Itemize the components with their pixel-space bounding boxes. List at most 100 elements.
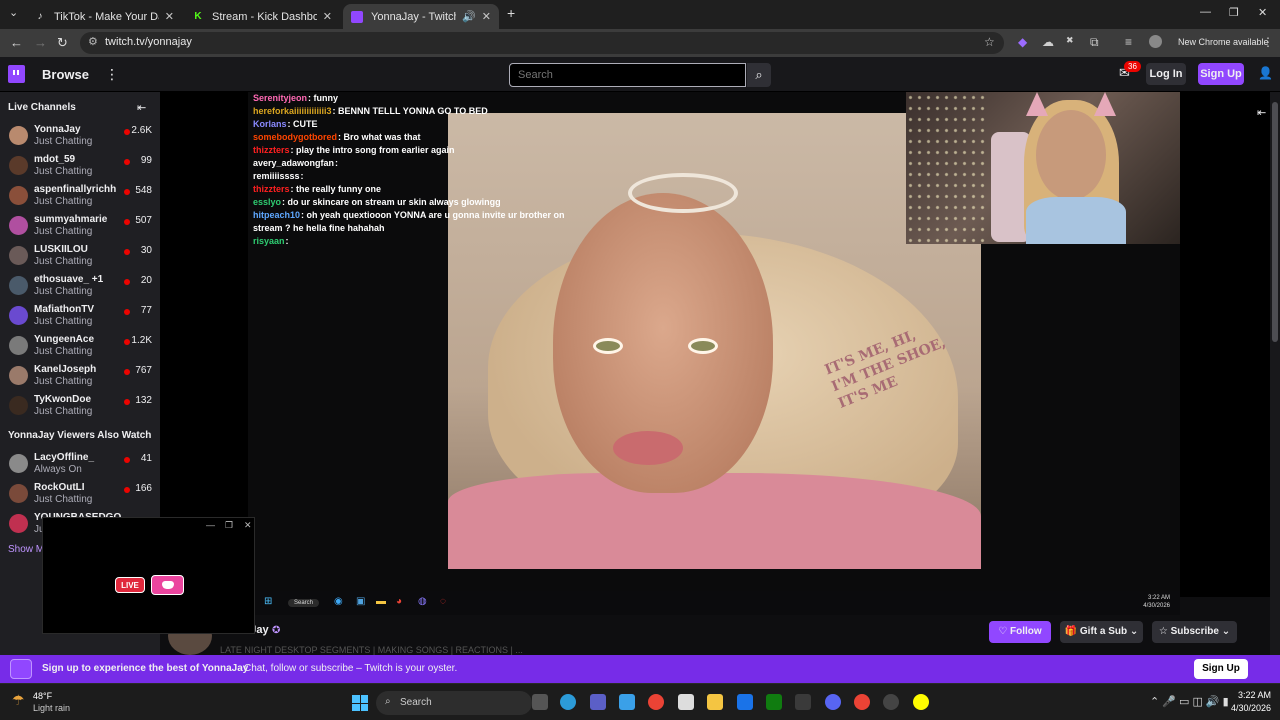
maximize-button[interactable]: ❐ [1229,6,1239,19]
show-more-link[interactable]: Show M [8,544,44,555]
sidebar-channel[interactable]: YungeenAce Just Chatting 1.2K [0,332,160,362]
obs-icon[interactable] [883,694,899,710]
more-menu-icon[interactable]: ⋮ [105,66,119,83]
subscribe-button[interactable]: ☆ Subscribe ⌄ [1152,621,1237,643]
close-window-button[interactable]: ✕ [1258,6,1267,19]
copilot-icon[interactable] [619,694,635,710]
audio-icon[interactable]: 🔊 [462,10,476,23]
page-scrollbar[interactable] [1270,92,1280,655]
search-input[interactable] [509,63,746,87]
chrome-menu-icon[interactable]: ⋮ [1262,35,1274,49]
media-controls-icon[interactable]: ≡ [1125,35,1132,49]
sidebar-channel[interactable]: LacyOffline_ Always On 41 [0,450,160,480]
expand-chat-icon[interactable]: ⇤ [1257,106,1266,119]
chat-username[interactable]: somebodygotbored [253,132,337,142]
close-tab-icon[interactable]: ✕ [165,10,174,23]
xbox-icon[interactable] [766,694,782,710]
close-tab-icon[interactable]: ✕ [323,10,332,23]
sidebar-channel[interactable]: MafiathonTV Just Chatting 77 [0,302,160,332]
minimize-button[interactable]: — [1200,6,1211,18]
discord-icon[interactable] [825,694,841,710]
video-player[interactable]: IT'S ME, HI, I'M THE SHOE, IT'S ME Seren… [160,92,1270,615]
live-dot-icon [124,487,130,493]
windows-start-icon[interactable] [352,695,368,711]
tab-kick[interactable]: K Stream - Kick Dashboard ✕ [184,4,340,29]
user-icon[interactable]: 👤 [1258,66,1273,80]
chat-username[interactable]: risyaan [253,236,285,246]
temperature[interactable]: 48°F [33,691,52,701]
login-button[interactable]: Log In [1146,63,1186,85]
channel-category: Just Chatting [34,196,93,207]
chrome-icon[interactable] [854,694,870,710]
tab-search-icon[interactable]: ⌄ [9,6,18,19]
sidebar-channel[interactable]: YonnaJay Just Chatting 2.6K [0,122,160,152]
chat-username[interactable]: hitpeach10 [253,210,300,220]
tab-tiktok[interactable]: ♪ TikTok - Make Your Day ✕ [26,4,182,29]
chat-username[interactable]: Korlans [253,119,287,129]
sidebar-channel[interactable]: LUSKIILOU Just Chatting 30 [0,242,160,272]
streamer-face [1036,110,1106,200]
sidebar-channel[interactable]: KanelJoseph Just Chatting 767 [0,362,160,392]
chat-username[interactable]: avery_adawongfan [253,158,334,168]
chat-username[interactable]: thizzters [253,184,290,194]
scroll-thumb[interactable] [1272,102,1278,342]
banner-text: Chat, follow or subscribe – Twitch is yo… [244,663,458,674]
extensions-puzzle-icon[interactable]: ⧉ [1090,35,1099,50]
file-explorer-icon[interactable] [707,694,723,710]
chat-username[interactable]: Serenityjeon [253,93,307,103]
app-icon[interactable] [795,694,811,710]
chat-username[interactable]: hereforkaiiiiiiiiiiiii3 [253,106,332,116]
weather-icon[interactable]: ☂ [12,692,25,709]
signup-button[interactable]: Sign Up [1198,63,1244,85]
chat-username[interactable]: esslyo [253,197,281,207]
banner-signup-button[interactable]: Sign Up [1194,659,1248,679]
close-button[interactable]: ✕ [244,520,252,531]
sidebar-channel[interactable]: summyahmarie Just Chatting 507 [0,212,160,242]
minimize-button[interactable]: — [206,520,215,530]
address-bar[interactable]: ⚙ twitch.tv/yonnajay [80,32,1004,54]
sidebar-channel[interactable]: ethosuave_ +1 Just Chatting 20 [0,272,160,302]
system-tray-icons[interactable]: ⌃ 🎤 ▭ ◫ 🔊 ▮ [1150,695,1229,708]
site-info-icon[interactable]: ⚙ [88,35,98,48]
edge-icon[interactable] [560,694,576,710]
browse-link[interactable]: Browse [42,67,89,82]
tab-twitch[interactable]: YonnaJay - Twitch 🔊 ✕ [343,4,499,29]
search-button[interactable]: ⌕ [747,63,771,87]
store-icon[interactable] [678,694,694,710]
system-clock[interactable]: 3:22 AM 4/30/2026 [1231,689,1271,715]
new-tab-button[interactable]: + [507,5,515,21]
extension-icon[interactable]: ◆ [1018,35,1027,49]
chat-username[interactable]: thizzters [253,145,290,155]
task-view-icon[interactable] [532,694,548,710]
snapchat-icon[interactable] [913,694,929,710]
sidebar-channel[interactable]: mdot_59 Just Chatting 99 [0,152,160,182]
bookmark-star-icon[interactable]: ☆ [984,35,995,49]
maximize-button[interactable]: ❐ [225,520,233,531]
new-chrome-available[interactable]: New Chrome available [1178,37,1269,47]
channel-category: Always On [34,464,82,475]
taskbar-search[interactable]: ⌕ Search [376,691,532,715]
twitch-logo[interactable] [8,65,25,83]
profile-avatar[interactable] [1149,35,1162,48]
sidebar-channel[interactable]: RockOutLI Just Chatting 166 [0,480,160,510]
app-icon[interactable] [737,694,753,710]
back-icon[interactable]: ← [10,35,23,50]
follow-button[interactable]: ♡ Follow [989,621,1051,643]
teams-icon[interactable] [590,694,606,710]
sidebar-channel[interactable]: TyKwonDoe Just Chatting 132 [0,392,160,422]
forward-icon[interactable]: → [34,35,47,50]
chat-separator: : [285,236,289,246]
close-tab-icon[interactable]: ✕ [482,10,491,23]
gift-sub-button[interactable]: 🎁 Gift a Sub ⌄ [1060,621,1143,643]
collapse-sidebar-icon[interactable]: ⇤ [137,101,146,114]
weather-condition[interactable]: Light rain [33,703,70,713]
chat-username[interactable]: remiiiissss [253,171,300,181]
chat-message: risyaan: [253,235,583,248]
sidebar-channel[interactable]: aspenfinallyrichh Just Chatting 548 [0,182,160,212]
reload-icon[interactable]: ↻ [57,35,68,51]
chat-message: Serenityjeon: funny [253,92,583,105]
extension-icon[interactable]: ✖ [1066,35,1074,46]
floating-mini-window[interactable]: — ❐ ✕ LIVE [42,517,255,634]
chrome-icon[interactable] [648,694,664,710]
extension-icon[interactable]: ☁ [1042,35,1054,49]
